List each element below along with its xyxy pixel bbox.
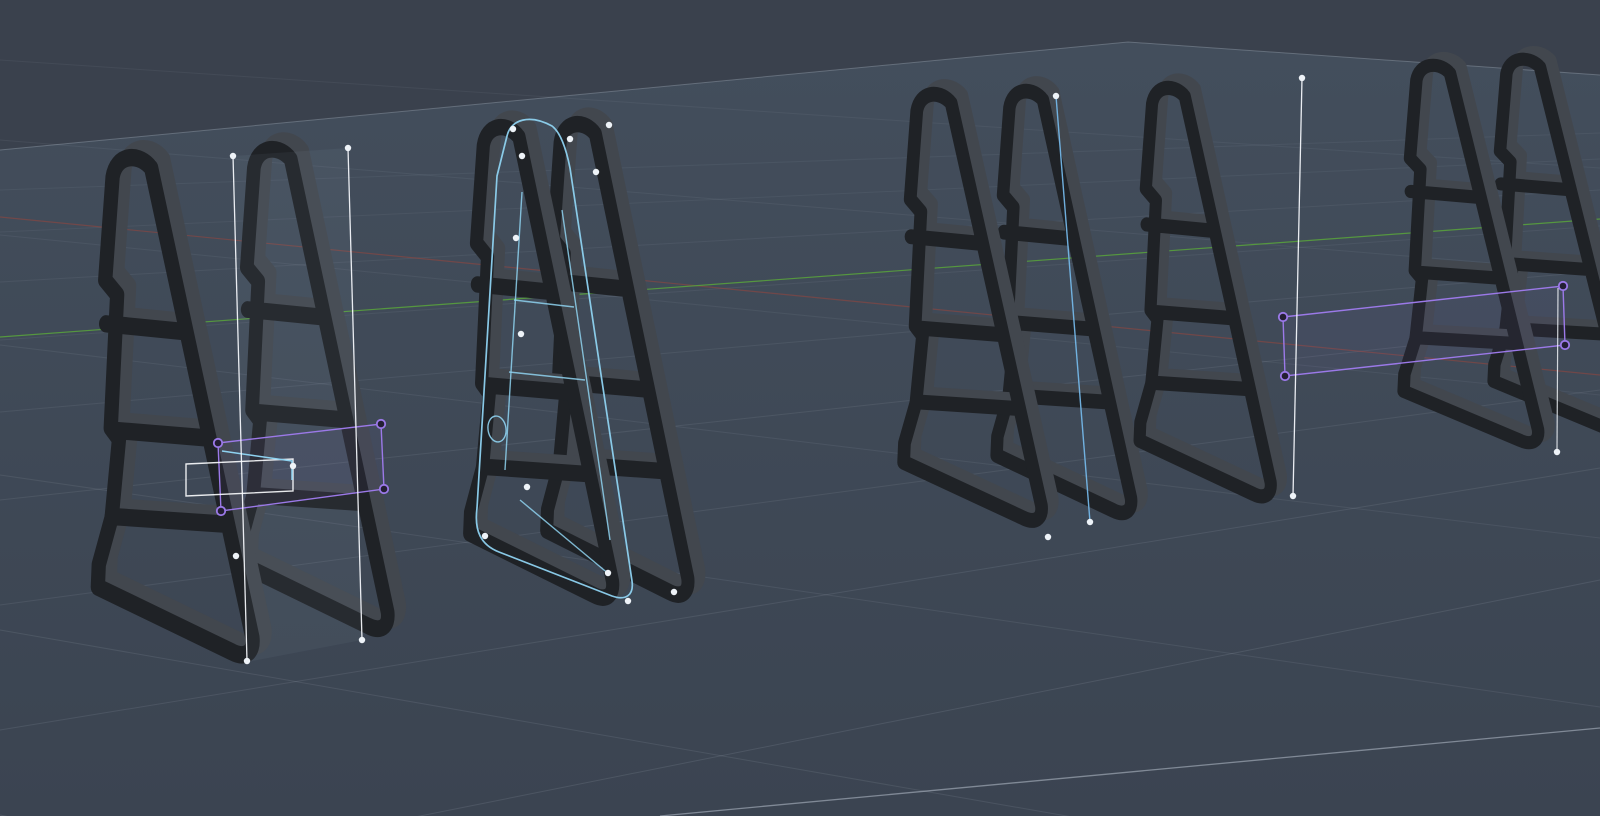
vertex-handle[interactable] (1052, 92, 1060, 100)
vertex-handle[interactable] (512, 234, 520, 242)
corner-handle-purple[interactable] (378, 483, 390, 495)
vertex-handle[interactable] (232, 552, 240, 560)
corner-handle-purple[interactable] (1557, 280, 1569, 292)
vertex-handle[interactable] (624, 597, 632, 605)
vertex-handle[interactable] (517, 330, 525, 338)
vertex-handle[interactable] (509, 125, 517, 133)
corner-handle-purple[interactable] (1559, 339, 1571, 351)
vertex-handle[interactable] (243, 657, 251, 665)
vertex-handle[interactable] (229, 152, 237, 160)
vertex-handle[interactable] (481, 532, 489, 540)
corner-handle-purple[interactable] (215, 505, 227, 517)
vertex-handle[interactable] (518, 152, 526, 160)
corner-handle-purple[interactable] (1277, 311, 1289, 323)
corner-handle-purple[interactable] (1279, 370, 1291, 382)
vertex-handle[interactable] (605, 121, 613, 129)
vertex-handle[interactable] (1553, 448, 1561, 456)
ghost-plane (233, 148, 362, 662)
vertex-handle[interactable] (523, 483, 531, 491)
vertex-handle[interactable] (566, 135, 574, 143)
vertex-handle[interactable] (1289, 492, 1297, 500)
corner-handle-purple[interactable] (212, 437, 224, 449)
vertex-handle[interactable] (289, 462, 297, 470)
vertex-handle[interactable] (670, 588, 678, 596)
corner-handle-purple[interactable] (375, 418, 387, 430)
vertex-handle[interactable] (592, 168, 600, 176)
vertex-handle[interactable] (1086, 518, 1094, 526)
viewport-3d[interactable] (0, 0, 1600, 816)
vertex-handle[interactable] (344, 144, 352, 152)
scene-canvas[interactable] (0, 0, 1600, 816)
vertex-handle[interactable] (358, 636, 366, 644)
vertex-handle[interactable] (1044, 533, 1052, 541)
vertex-handle[interactable] (1298, 74, 1306, 82)
vertex-handle[interactable] (604, 569, 612, 577)
ghost-planes (233, 148, 362, 662)
